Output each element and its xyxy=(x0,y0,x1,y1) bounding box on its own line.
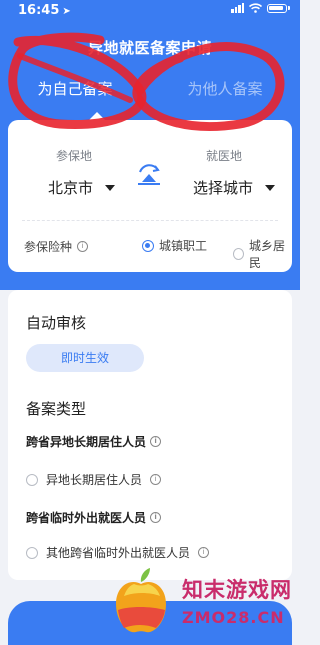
tab-bar: 为自己备案 为他人备案 xyxy=(0,78,300,118)
page-title: 异地就医备案申请 xyxy=(87,39,212,57)
medical-location-value: 选择城市 xyxy=(193,179,254,197)
location-arrow-icon: ➤ xyxy=(62,6,71,17)
tab-self-filing[interactable]: 为自己备案 xyxy=(0,78,150,99)
info-icon[interactable]: i xyxy=(150,436,162,447)
caret-down-icon xyxy=(105,184,116,191)
watermark-domain: ZMO28.CN xyxy=(182,608,285,627)
card-divider xyxy=(22,220,278,221)
battery-tip xyxy=(288,6,290,10)
radio-urban-employee[interactable]: 城镇职工 xyxy=(142,237,207,254)
battery-icon xyxy=(267,3,287,13)
status-time: 16:45 ➤ xyxy=(18,3,71,18)
tab-other-filing[interactable]: 为他人备案 xyxy=(150,78,300,99)
auto-review-title: 自动审核 xyxy=(26,314,87,332)
instant-effect-badge: 即时生效 xyxy=(26,344,144,372)
medical-location-label: 就医地 xyxy=(206,149,243,163)
radio-button[interactable] xyxy=(26,473,38,486)
caret-down-icon xyxy=(265,184,276,191)
medical-location-select[interactable]: 选择城市 xyxy=(193,177,276,198)
location-card: 参保地 就医地 北京市 选择城市 参保险种 i 城镇职工 城乡居民 xyxy=(8,120,292,272)
insured-location-value: 北京市 xyxy=(48,179,94,197)
status-bar: 16:45 ➤ xyxy=(0,0,300,24)
insured-location-select[interactable]: 北京市 xyxy=(48,177,116,198)
filing-card: 自动审核 即时生效 备案类型 跨省异地长期居住人员 i 异地长期居住人员 i 跨… xyxy=(8,290,292,580)
group-temporary-medical: 跨省临时外出就医人员 i xyxy=(26,509,162,526)
watermark-name: 知末游戏网 xyxy=(182,578,292,602)
signal-icon xyxy=(231,3,244,13)
radio-button[interactable] xyxy=(233,248,244,260)
option-temporary-medical[interactable]: 其他跨省临时外出就医人员 i xyxy=(26,544,210,561)
info-icon[interactable]: i xyxy=(150,474,162,485)
apple-logo-icon xyxy=(116,568,166,633)
status-indicators xyxy=(231,3,290,13)
radio-urban-rural-resident[interactable]: 城乡居民 xyxy=(233,237,292,271)
info-icon[interactable]: i xyxy=(198,547,210,558)
wifi-icon xyxy=(249,3,262,13)
radio-button-checked[interactable] xyxy=(142,239,154,252)
group-long-term-residence: 跨省异地长期居住人员 i xyxy=(26,433,162,450)
swap-location-icon[interactable] xyxy=(134,160,164,190)
radio-button[interactable] xyxy=(26,546,38,559)
insured-location-label: 参保地 xyxy=(56,149,93,163)
insurance-type-label: 参保险种 i xyxy=(24,238,89,255)
active-tab-indicator xyxy=(89,112,105,120)
watermark: 知末游戏网 ZMO28.CN xyxy=(110,560,300,645)
info-icon[interactable]: i xyxy=(150,512,162,523)
info-icon[interactable]: i xyxy=(77,241,89,252)
option-long-term-residence[interactable]: 异地长期居住人员 i xyxy=(26,471,162,488)
filing-type-title: 备案类型 xyxy=(26,400,87,418)
